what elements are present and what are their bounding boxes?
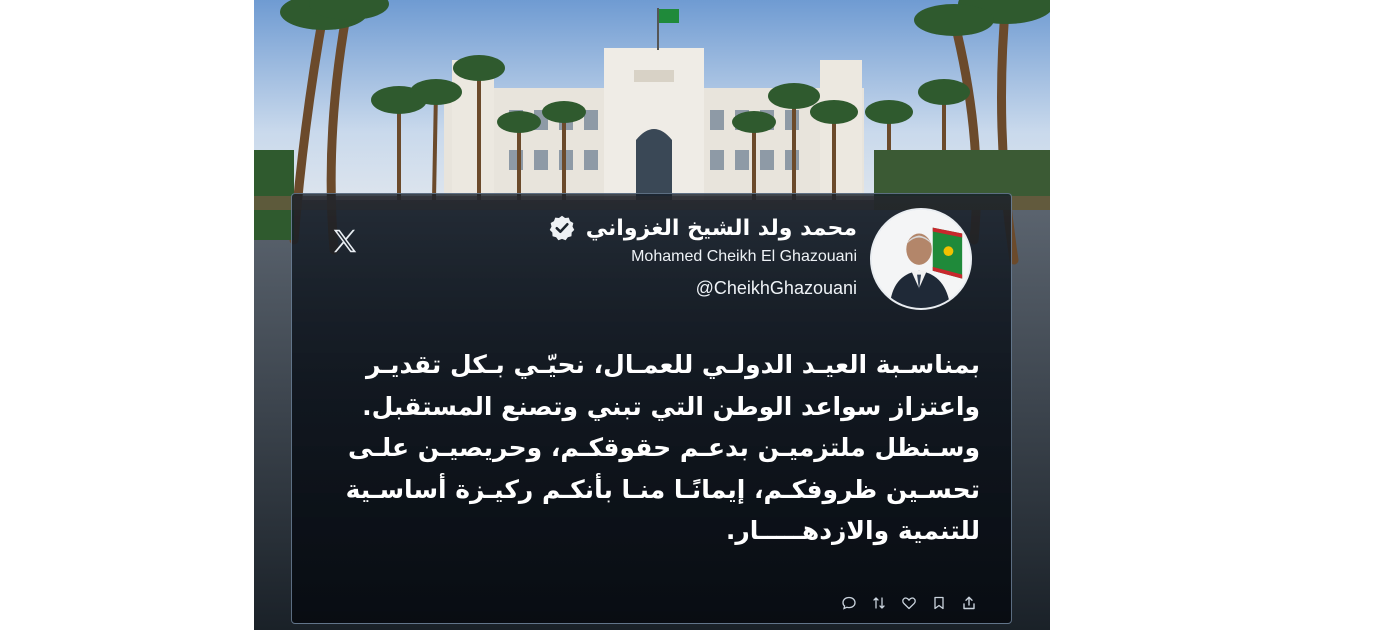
verified-badge-icon: [549, 215, 575, 241]
tweet-line: بمناسـبة العيـد الدولـي للعمـال، نحيّـي …: [365, 350, 980, 379]
tweet-actions-bar: [841, 595, 977, 611]
x-logo-icon[interactable]: [330, 226, 360, 256]
avatar[interactable]: [870, 208, 972, 310]
tweet-line: تحسـين ظروفكـم، إيمانًـا منـا بأنكـم ركي…: [345, 474, 980, 504]
share-icon[interactable]: [961, 595, 977, 611]
author-name-english[interactable]: Mohamed Cheikh El Ghazouani: [631, 248, 857, 266]
tweet-line: وسـنظل ملتزميـن بدعـم حقوقكـم، وحريصيـن …: [347, 433, 980, 462]
author-name-row: محمد ولد الشيخ الغزواني: [548, 214, 857, 242]
tweet-line: واعتزاز سواعد الوطن التي تبني وتصنع المس…: [362, 391, 980, 421]
avatar-portrait-image: [872, 210, 970, 308]
reply-icon[interactable]: [841, 595, 857, 611]
author-name-arabic[interactable]: محمد ولد الشيخ الغزواني: [586, 216, 857, 241]
bookmark-icon[interactable]: [931, 595, 947, 611]
tweet-text: بمناسـبة العيـد الدولـي للعمـال، نحيّـي …: [320, 344, 980, 552]
tweet-line: للتنمية والازدهـــــار.: [725, 516, 980, 545]
author-handle[interactable]: @CheikhGhazouani: [696, 278, 857, 299]
repost-icon[interactable]: [871, 595, 887, 611]
like-icon[interactable]: [901, 595, 917, 611]
tweet-card: محمد ولد الشيخ الغزواني Mohamed Cheikh E…: [291, 193, 1012, 624]
